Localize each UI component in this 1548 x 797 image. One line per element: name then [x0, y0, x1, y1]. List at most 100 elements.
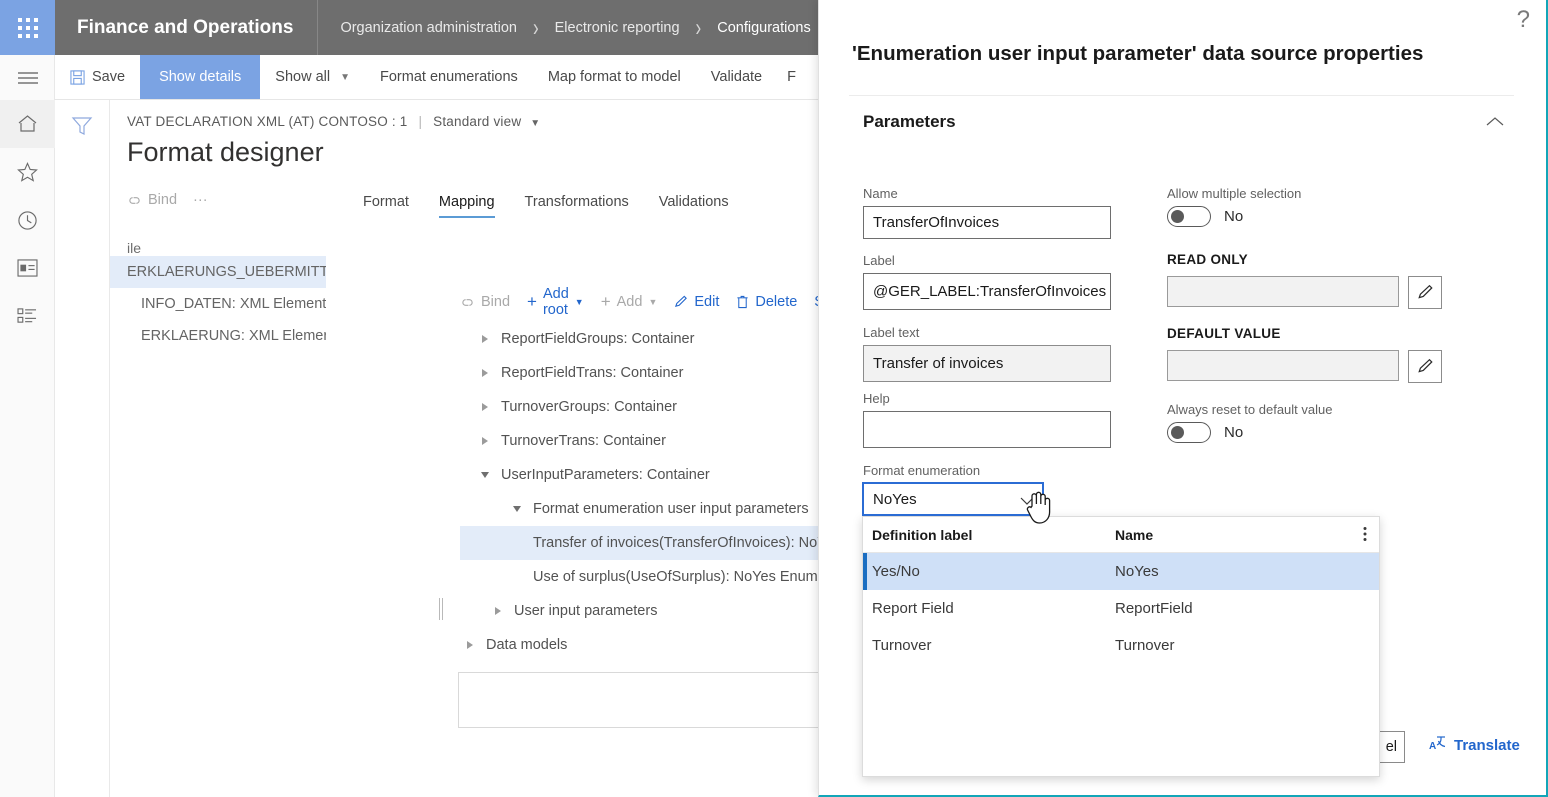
chevron-right-icon[interactable] [478, 403, 492, 411]
datasource-toolbar: Bind + Add root ▼ + Add ▼ Edit Delete [460, 286, 832, 318]
tree-node[interactable]: TurnoverTrans: Container [460, 424, 820, 458]
view-selector[interactable]: Standard view ▼ [433, 114, 540, 129]
breadcrumb-separator-icon: › [695, 13, 702, 41]
hamburger-icon[interactable] [0, 55, 55, 100]
tree-node[interactable]: UserInputParameters: Container [460, 458, 820, 492]
tree-node[interactable]: ReportFieldGroups: Container [460, 322, 820, 356]
format-enumerations-button[interactable]: Format enumerations [365, 55, 533, 99]
bind-button-mapping[interactable]: Bind [460, 294, 510, 310]
save-button[interactable]: Save [55, 55, 140, 99]
name-input[interactable]: TransferOfInvoices [863, 206, 1111, 239]
format-enumeration-combobox[interactable]: NoYes [862, 482, 1044, 516]
dropdown-header-row: Definition label Name [863, 517, 1379, 553]
add-button[interactable]: + Add ▼ [601, 292, 658, 312]
bind-label: Bind [481, 294, 511, 310]
add-root-button[interactable]: + Add root ▼ [527, 286, 584, 318]
show-all-label: Show all [275, 69, 331, 85]
breadcrumb-item-configurations[interactable]: Configurations [717, 20, 811, 36]
kebab-menu-icon[interactable] [1363, 526, 1367, 545]
bind-button-format[interactable]: Bind [127, 192, 177, 208]
dropdown-option-row[interactable]: Report Field ReportField [863, 590, 1379, 627]
edit-button[interactable]: Edit [674, 294, 719, 310]
format-tree-item[interactable]: INFO_DATEN: XML Element [110, 288, 326, 320]
tree-node-label: UserInputParameters: Container [501, 467, 710, 483]
waffle-grid [17, 17, 38, 38]
page-title: Format designer [127, 137, 324, 167]
show-all-button[interactable]: Show all ▼ [260, 55, 365, 99]
help-icon[interactable]: ? [1517, 8, 1530, 32]
default-value-edit-pencil-icon[interactable] [1408, 350, 1442, 383]
chevron-down-icon: ▼ [530, 118, 541, 129]
config-name: VAT DECLARATION XML (AT) CONTOSO : 1 [127, 114, 408, 129]
panel-divider [849, 95, 1514, 96]
field-label: Label @GER_LABEL:TransferOfInvoices [863, 253, 1111, 310]
dropdown-option-row[interactable]: Yes/No NoYes [863, 553, 1379, 590]
chevron-down-icon[interactable] [478, 472, 492, 478]
always-reset-value: No [1224, 424, 1244, 441]
svg-text:A: A [1429, 741, 1436, 751]
breadcrumb-item-org-admin[interactable]: Organization administration [340, 20, 517, 36]
chevron-right-icon[interactable] [463, 641, 477, 649]
home-icon[interactable] [0, 100, 55, 148]
column-header-definition-label[interactable]: Definition label [863, 527, 1111, 543]
format-tree-item[interactable]: ERKLAERUNGS_UEBERMITTL [110, 256, 326, 288]
column-header-name[interactable]: Name [1111, 527, 1379, 543]
delete-label: Delete [755, 294, 798, 310]
chevron-right-icon[interactable] [478, 369, 492, 377]
always-reset-toggle[interactable] [1167, 422, 1211, 443]
format-tree-item[interactable]: ERKLAERUNG: XML Elemer [110, 320, 326, 352]
overflow-command[interactable]: F [777, 55, 796, 99]
workspace-icon[interactable] [0, 244, 55, 292]
translate-button[interactable]: A Translate [1429, 735, 1520, 755]
chevron-up-icon[interactable] [1486, 114, 1504, 132]
tab-validations[interactable]: Validations [644, 184, 744, 221]
tab-transformations[interactable]: Transformations [510, 184, 644, 221]
main-content: VAT DECLARATION XML (AT) CONTOSO : 1 | S… [110, 100, 901, 797]
format-enumeration-dropdown: Definition label Name Yes/No NoYes Repor… [862, 516, 1380, 777]
option-name: ReportField [1115, 600, 1193, 617]
more-options-button[interactable]: ··· [193, 192, 208, 208]
tree-node[interactable]: Format enumeration user input parameters [460, 492, 820, 526]
chevron-right-icon[interactable] [478, 335, 492, 343]
tree-node[interactable]: Use of surplus(UseOfSurplus): NoYes Enum… [460, 560, 901, 594]
tab-format[interactable]: Format [348, 184, 424, 221]
read-only-edit-pencil-icon[interactable] [1408, 276, 1442, 309]
chevron-right-icon[interactable] [491, 607, 505, 615]
read-only-input [1167, 276, 1399, 307]
option-definition-label: Yes/No [872, 563, 920, 580]
tree-node[interactable]: Data models [460, 628, 820, 662]
tree-node[interactable]: ReportFieldTrans: Container [460, 356, 820, 390]
star-icon[interactable] [0, 148, 55, 196]
field-read-only: READ ONLY [1167, 252, 1442, 309]
option-name: NoYes [1115, 563, 1159, 580]
read-only-label: READ ONLY [1167, 252, 1248, 267]
expression-textarea[interactable] [458, 672, 878, 728]
view-selector-label: Standard view [433, 114, 522, 129]
validate-button[interactable]: Validate [696, 55, 777, 99]
tree-node[interactable]: Transfer of invoices(TransferOfInvoices)… [460, 526, 896, 560]
option-definition-label: Turnover [872, 637, 932, 654]
tree-node[interactable]: User input parameters [460, 594, 820, 628]
list-icon[interactable] [0, 292, 55, 340]
clock-icon[interactable] [0, 196, 55, 244]
default-value-row [1167, 350, 1442, 383]
default-value-label: DEFAULT VALUE [1167, 326, 1281, 341]
chevron-down-icon[interactable] [1020, 493, 1034, 510]
show-details-button[interactable]: Show details [140, 55, 261, 99]
label-input[interactable]: @GER_LABEL:TransferOfInvoices [863, 273, 1111, 310]
add-root-label: Add root [542, 286, 569, 318]
dropdown-option-row[interactable]: Turnover Turnover [863, 627, 1379, 664]
tree-node[interactable]: TurnoverGroups: Container [460, 390, 820, 424]
help-input[interactable] [863, 411, 1111, 448]
tab-mapping[interactable]: Mapping [424, 184, 510, 221]
pane-splitter-handle[interactable] [436, 598, 446, 620]
filter-icon[interactable] [70, 114, 94, 138]
delete-button[interactable]: Delete [736, 294, 797, 310]
breadcrumb-item-electronic-reporting[interactable]: Electronic reporting [555, 20, 680, 36]
app-launcher-icon[interactable] [0, 0, 55, 55]
allow-multiple-selection-toggle[interactable] [1167, 206, 1211, 227]
map-format-to-model-button[interactable]: Map format to model [533, 55, 696, 99]
app-brand-title: Finance and Operations [55, 0, 319, 55]
chevron-right-icon[interactable] [478, 437, 492, 445]
chevron-down-icon[interactable] [510, 506, 524, 512]
